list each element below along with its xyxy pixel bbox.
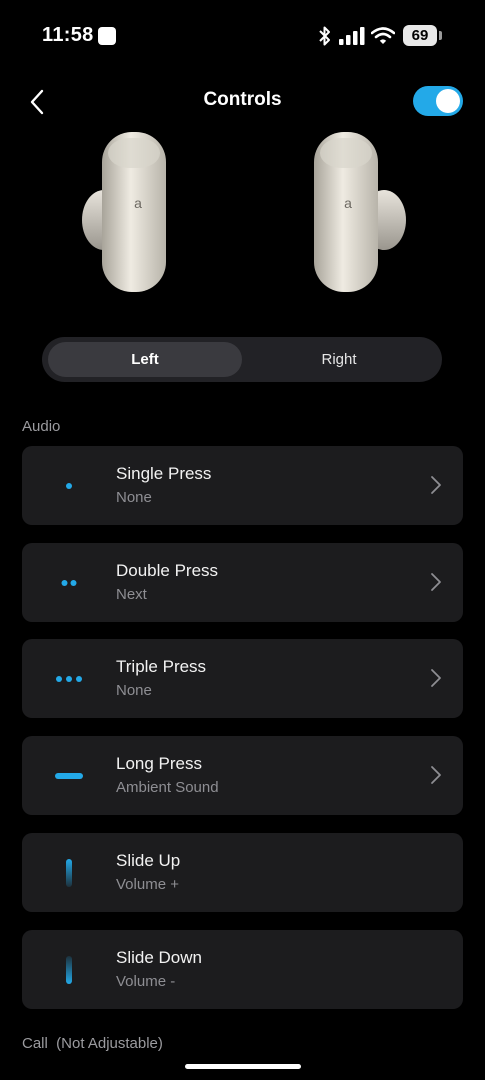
control-value: None	[116, 489, 152, 506]
control-value: None	[116, 682, 152, 699]
slide-up-icon	[66, 859, 72, 887]
single-dot-icon	[66, 483, 72, 489]
double-dot-icon	[61, 580, 77, 586]
control-value: Volume -	[116, 973, 176, 990]
audio-section-label: Audio	[22, 418, 61, 435]
left-earbud-image: a	[82, 132, 166, 292]
control-value: Next	[116, 586, 147, 603]
status-time: 11:58	[42, 24, 94, 46]
chevron-right-icon	[431, 766, 441, 784]
control-value: Ambient Sound	[116, 779, 219, 796]
control-value: Volume +	[116, 876, 179, 893]
control-title: Double Press	[116, 561, 219, 580]
call-section-label: Call (Not Adjustable)	[22, 1035, 163, 1052]
chevron-right-icon	[431, 573, 441, 591]
control-title: Triple Press	[116, 657, 207, 676]
tab-left[interactable]: Left	[48, 342, 242, 377]
chevron-right-icon	[431, 476, 441, 494]
chevron-right-icon	[431, 669, 441, 687]
long-press-icon	[55, 773, 83, 779]
tab-right[interactable]: Right	[242, 342, 436, 377]
controls-toggle[interactable]	[413, 86, 463, 116]
battery-indicator: 69	[403, 25, 437, 46]
notification-icon	[98, 27, 116, 45]
toggle-knob	[436, 89, 460, 113]
control-title: Single Press	[116, 464, 212, 483]
control-item-long-press[interactable]: Long Press Ambient Sound	[22, 736, 463, 815]
triple-dot-icon	[56, 676, 82, 682]
control-title: Slide Up	[116, 851, 181, 870]
bluetooth-icon	[319, 26, 330, 46]
control-item-slide-down: Slide Down Volume -	[22, 930, 463, 1009]
wifi-icon	[371, 27, 395, 44]
control-title: Long Press	[116, 754, 202, 773]
home-indicator[interactable]	[185, 1064, 301, 1069]
control-item-slide-up: Slide Up Volume +	[22, 833, 463, 912]
control-item-double-press[interactable]: Double Press Next	[22, 543, 463, 622]
right-earbud-image: a	[314, 132, 406, 292]
battery-tip	[439, 31, 442, 40]
control-item-single-press[interactable]: Single Press None	[22, 446, 463, 525]
status-bar: 11:58 69	[0, 0, 485, 70]
control-item-triple-press[interactable]: Triple Press None	[22, 639, 463, 718]
earbud-side-selector: Left Right	[42, 337, 442, 382]
control-title: Slide Down	[116, 948, 202, 967]
slide-down-icon	[66, 956, 72, 984]
cellular-signal-icon	[339, 27, 365, 45]
svg-text:a: a	[134, 195, 142, 211]
svg-text:a: a	[344, 195, 352, 211]
